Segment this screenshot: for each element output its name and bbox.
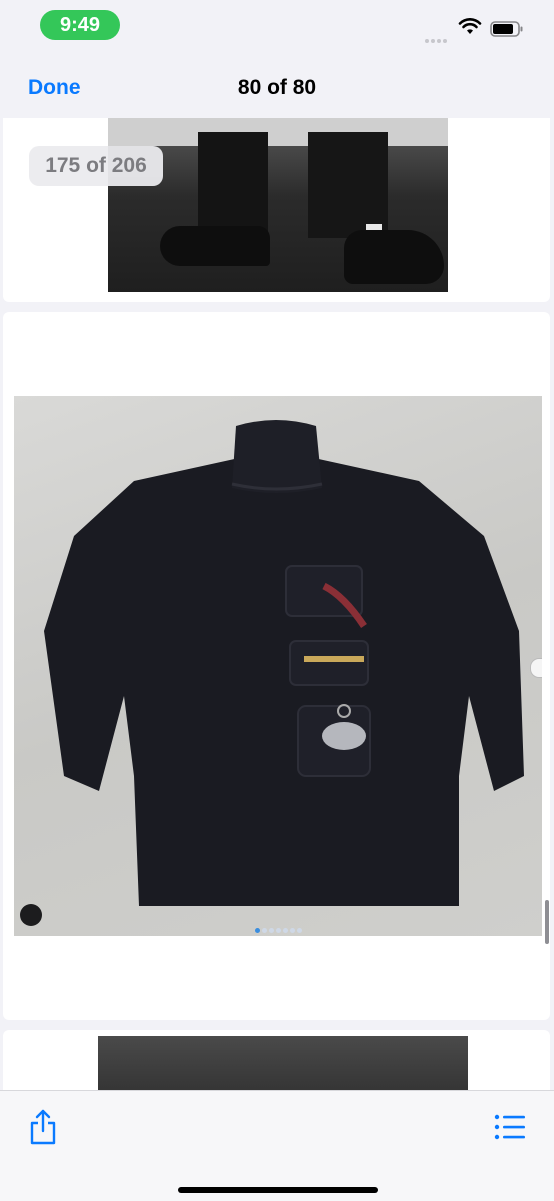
carousel-dots — [14, 920, 542, 936]
home-indicator[interactable] — [178, 1187, 378, 1193]
wifi-icon — [458, 18, 482, 34]
share-icon[interactable] — [28, 1109, 58, 1145]
status-bar: 9:49 — [0, 0, 554, 56]
image-counter-badge: 175 of 206 — [29, 146, 163, 186]
carousel-dot[interactable] — [254, 928, 260, 933]
signal-icon — [425, 30, 449, 48]
page-title: 80 of 80 — [237, 76, 317, 99]
navigation-bar: Done 80 of 80 — [0, 56, 554, 118]
list-icon[interactable] — [494, 1113, 526, 1141]
carousel-dot[interactable] — [268, 928, 274, 933]
carousel-dot[interactable] — [275, 928, 281, 933]
photo-turtleneck[interactable] — [14, 396, 542, 936]
carousel-dot[interactable] — [296, 928, 302, 933]
carousel-dot[interactable] — [282, 928, 288, 933]
carousel-dot[interactable] — [289, 928, 295, 933]
photo-previous — [108, 118, 448, 292]
image-card-current[interactable] — [3, 312, 550, 1020]
status-time[interactable]: 9:49 — [40, 10, 120, 40]
battery-icon — [490, 21, 523, 37]
chevron-right-icon[interactable] — [530, 658, 542, 678]
scrollbar[interactable] — [545, 900, 549, 944]
carousel-dot[interactable] — [261, 928, 267, 933]
image-card-previous[interactable]: 175 of 206 — [3, 118, 550, 302]
turtleneck-illustration — [44, 420, 524, 906]
bottom-toolbar — [0, 1090, 554, 1201]
